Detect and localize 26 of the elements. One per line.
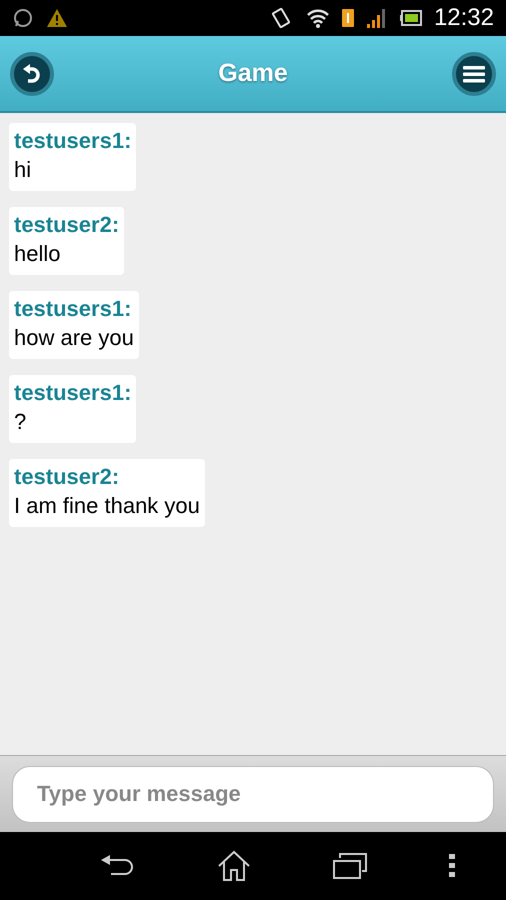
battery-icon (400, 10, 422, 26)
screen-title: Game (218, 58, 288, 89)
message-text: hi (14, 156, 32, 184)
sender-name: testusers1: (14, 379, 132, 407)
message-text: I am fine thank you (14, 492, 200, 520)
home-icon[interactable] (217, 850, 251, 882)
message-input-field[interactable]: Type your message (12, 766, 494, 822)
message-text: how are you (14, 324, 134, 352)
back-button[interactable] (10, 52, 54, 96)
sender-name: testuser2: (14, 463, 120, 491)
sender-name: testuser2: (14, 211, 120, 239)
back-nav-icon[interactable] (101, 854, 135, 878)
sim-card-icon (342, 9, 354, 27)
warning-icon (46, 8, 68, 28)
message-text: ? (14, 408, 28, 436)
wifi-icon (306, 7, 330, 29)
signal-icon (366, 7, 388, 29)
sender-name: testusers1: (14, 295, 132, 323)
overflow-menu-icon[interactable] (449, 854, 455, 878)
undo-arrow-icon (22, 62, 42, 84)
sender-name: testusers1: (14, 127, 132, 155)
recent-apps-icon[interactable] (333, 853, 367, 879)
message-text: hello (14, 240, 62, 268)
menu-button[interactable] (452, 52, 496, 96)
menu-icon (462, 64, 485, 82)
clock-time: 12:32 (434, 3, 494, 33)
